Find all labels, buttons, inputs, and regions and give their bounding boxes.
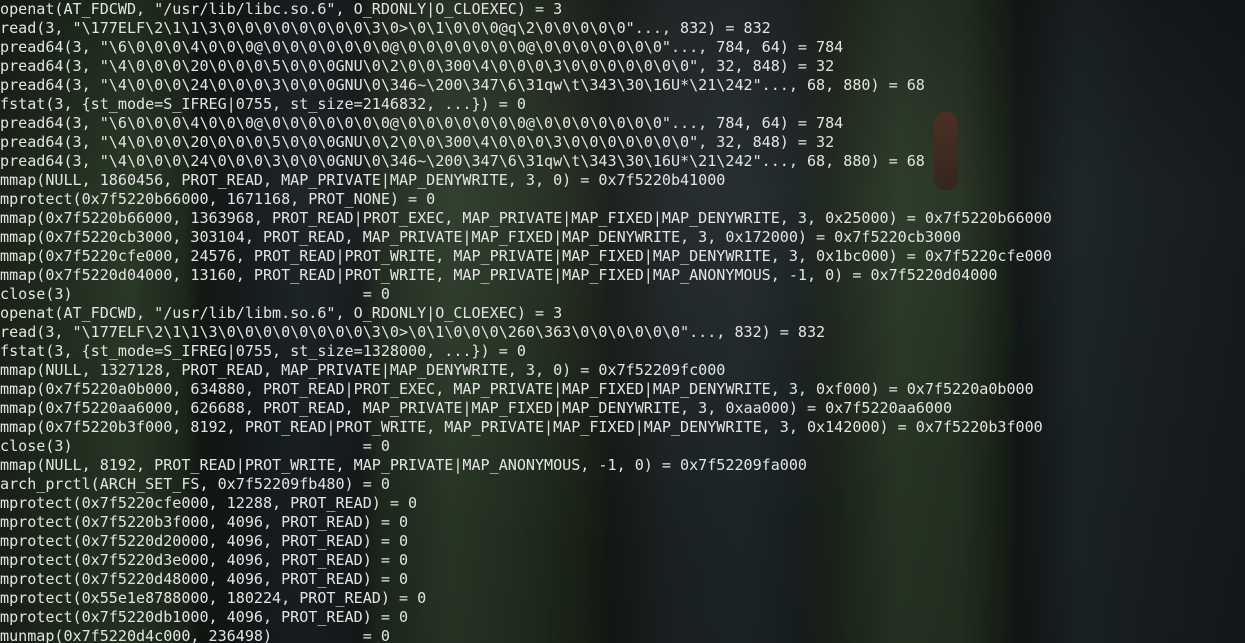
output-line: mprotect(0x7f5220cfe000, 12288, PROT_REA… bbox=[0, 494, 418, 512]
output-line: mprotect(0x7f5220b3f000, 4096, PROT_READ… bbox=[0, 513, 409, 531]
output-line: fstat(3, {st_mode=S_IFREG|0755, st_size=… bbox=[0, 95, 526, 113]
output-line: mmap(0x7f5220d04000, 13160, PROT_READ|PR… bbox=[0, 266, 998, 284]
output-line: pread64(3, "\6\0\0\0\4\0\0\0@\0\0\0\0\0\… bbox=[0, 114, 844, 132]
output-line: mmap(NULL, 1860456, PROT_READ, MAP_PRIVA… bbox=[0, 171, 726, 189]
output-line: mprotect(0x7f5220b66000, 1671168, PROT_N… bbox=[0, 190, 436, 208]
output-line: arch_prctl(ARCH_SET_FS, 0x7f52209fb480) … bbox=[0, 475, 390, 493]
output-line: pread64(3, "\4\0\0\0\24\0\0\0\3\0\0\0GNU… bbox=[0, 76, 925, 94]
terminal-window[interactable]: openat(AT_FDCWD, "/usr/lib/libc.so.6", O… bbox=[0, 0, 1245, 643]
output-line: mmap(NULL, 8192, PROT_READ|PROT_WRITE, M… bbox=[0, 456, 807, 474]
output-line: mmap(NULL, 1327128, PROT_READ, MAP_PRIVA… bbox=[0, 361, 726, 379]
output-line: mmap(0x7f5220cfe000, 24576, PROT_READ|PR… bbox=[0, 247, 1052, 265]
output-line: mmap(0x7f5220b3f000, 8192, PROT_READ|PRO… bbox=[0, 418, 1043, 436]
output-line: read(3, "\177ELF\2\1\1\3\0\0\0\0\0\0\0\0… bbox=[0, 323, 826, 341]
output-line: pread64(3, "\4\0\0\0\20\0\0\0\5\0\0\0GNU… bbox=[0, 133, 835, 151]
output-line: pread64(3, "\4\0\0\0\20\0\0\0\5\0\0\0GNU… bbox=[0, 57, 835, 75]
output-line: openat(AT_FDCWD, "/usr/lib/libc.so.6", O… bbox=[0, 0, 563, 18]
output-line: mmap(0x7f5220a0b000, 634880, PROT_READ|P… bbox=[0, 380, 1034, 398]
output-line: pread64(3, "\6\0\0\0\4\0\0\0@\0\0\0\0\0\… bbox=[0, 38, 844, 56]
output-line: mprotect(0x7f5220d48000, 4096, PROT_READ… bbox=[0, 570, 409, 588]
output-line: mmap(0x7f5220aa6000, 626688, PROT_READ, … bbox=[0, 399, 953, 417]
output-line: openat(AT_FDCWD, "/usr/lib/libm.so.6", O… bbox=[0, 304, 563, 322]
output-line: mmap(0x7f5220b66000, 1363968, PROT_READ|… bbox=[0, 209, 1052, 227]
output-line: mprotect(0x7f5220db1000, 4096, PROT_READ… bbox=[0, 608, 409, 626]
output-line: close(3) = 0 bbox=[0, 285, 390, 303]
output-line: munmap(0x7f5220d4c000, 236498) = 0 bbox=[0, 627, 390, 643]
output-line: mprotect(0x55e1e8788000, 180224, PROT_RE… bbox=[0, 589, 427, 607]
output-line: pread64(3, "\4\0\0\0\24\0\0\0\3\0\0\0GNU… bbox=[0, 152, 925, 170]
output-line: mprotect(0x7f5220d20000, 4096, PROT_READ… bbox=[0, 532, 409, 550]
output-line: mprotect(0x7f5220d3e000, 4096, PROT_READ… bbox=[0, 551, 409, 569]
terminal-output: openat(AT_FDCWD, "/usr/lib/libc.so.6", O… bbox=[0, 0, 1052, 643]
output-line: mmap(0x7f5220cb3000, 303104, PROT_READ, … bbox=[0, 228, 962, 246]
output-line: fstat(3, {st_mode=S_IFREG|0755, st_size=… bbox=[0, 342, 526, 360]
output-line: read(3, "\177ELF\2\1\1\3\0\0\0\0\0\0\0\0… bbox=[0, 19, 771, 37]
output-line: close(3) = 0 bbox=[0, 437, 390, 455]
